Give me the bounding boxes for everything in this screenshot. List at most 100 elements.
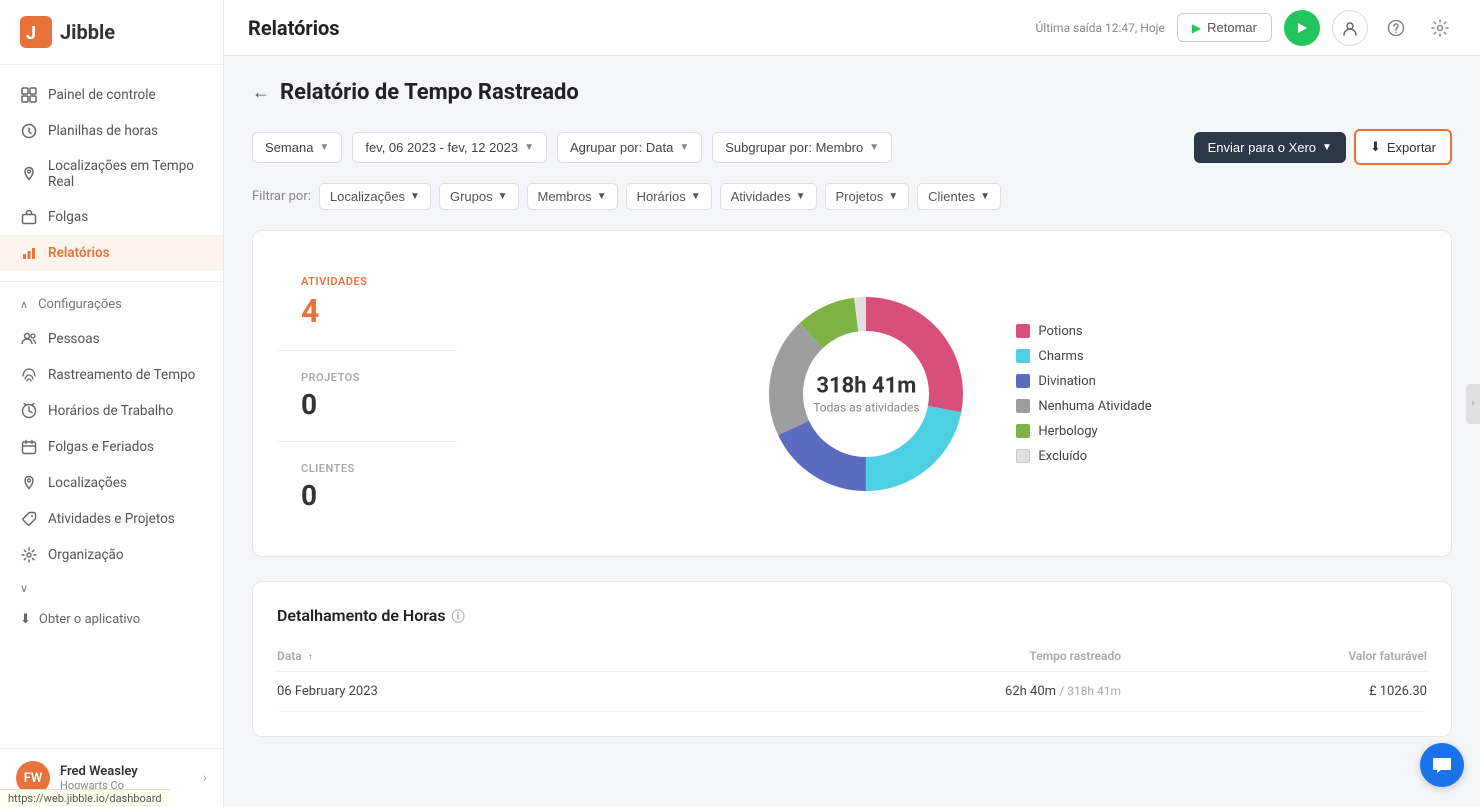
help-icon xyxy=(1387,19,1405,37)
get-app-btn[interactable]: ⬇ Obter o aplicativo xyxy=(0,604,223,639)
sidebar-item-dashboard-label: Painel de controle xyxy=(48,87,156,103)
col-billable: Valor faturável xyxy=(1121,641,1427,672)
back-button[interactable]: ← xyxy=(252,82,270,103)
legend-no-activity: Nenhuma Atividade xyxy=(1016,399,1151,414)
logo-text: Jibble xyxy=(60,20,115,44)
settings-section-header[interactable]: ∧ Configurações xyxy=(0,288,223,321)
date-range-label: fev, 06 2023 - fev, 12 2023 xyxy=(365,140,518,155)
filter-schedules[interactable]: Horários ▼ xyxy=(626,183,712,210)
page-title: Relatórios xyxy=(248,16,1036,40)
legend-excluded: Excluído xyxy=(1016,449,1151,464)
user-circle-icon xyxy=(1341,19,1359,37)
filter-activities[interactable]: Atividades ▼ xyxy=(720,183,817,210)
logo[interactable]: J Jibble xyxy=(0,0,223,65)
legend-charms-label: Charms xyxy=(1038,349,1083,364)
breakdown-table: Data ↑ Tempo rastreado Valor faturável 0… xyxy=(277,641,1427,712)
url-bar: https://web.jibble.io/dashboard xyxy=(0,789,170,807)
filter-clients[interactable]: Clientes ▼ xyxy=(917,183,1001,210)
calendar-icon xyxy=(20,438,38,456)
sidebar-item-organization[interactable]: Organização xyxy=(0,537,223,573)
donut-center: 318h 41m Todas as atividades xyxy=(813,373,919,414)
sidebar-item-reports-label: Relatórios xyxy=(48,245,110,261)
sidebar-item-locations-settings-label: Localizações xyxy=(48,475,127,491)
subgroup-by-dropdown[interactable]: Subgrupar por: Membro ▼ xyxy=(712,132,892,163)
sidebar: J Jibble Painel de controle Planilhas de… xyxy=(0,0,224,807)
export-button[interactable]: ⬇ Exportar xyxy=(1354,129,1452,165)
sidebar-item-locations-realtime[interactable]: Localizações em Tempo Real xyxy=(0,149,223,199)
col-date[interactable]: Data ↑ xyxy=(277,641,670,672)
sidebar-item-dashboard[interactable]: Painel de controle xyxy=(0,77,223,113)
sidebar-item-reports[interactable]: Relatórios xyxy=(0,235,223,271)
chat-icon xyxy=(1432,755,1452,775)
sidebar-item-people-label: Pessoas xyxy=(48,331,100,347)
excluded-color-dot xyxy=(1016,449,1030,463)
help-button[interactable] xyxy=(1380,12,1412,44)
filter-locations[interactable]: Localizações ▼ xyxy=(319,183,431,210)
group-by-label: Agrupar por: Data xyxy=(570,140,673,155)
report-title: Relatório de Tempo Rastreado xyxy=(280,80,579,105)
settings-button[interactable] xyxy=(1424,12,1456,44)
filter-locations-label: Localizações xyxy=(330,189,405,204)
clients-value: 0 xyxy=(301,479,433,512)
chat-bubble-button[interactable] xyxy=(1420,743,1464,787)
sidebar-item-leaves[interactable]: Folgas xyxy=(0,199,223,235)
period-dropdown[interactable]: Semana ▼ xyxy=(252,132,342,163)
xero-dropdown-arrow-icon: ▼ xyxy=(1322,142,1332,153)
play-button[interactable] xyxy=(1284,10,1320,46)
filter-members[interactable]: Membros ▼ xyxy=(527,183,618,210)
play-icon xyxy=(1295,21,1309,35)
sidebar-item-locations-settings[interactable]: Localizações xyxy=(0,465,223,501)
scroll-indicator[interactable]: › xyxy=(1466,384,1480,424)
sidebar-item-people[interactable]: Pessoas xyxy=(0,321,223,357)
legend-herbology: Herbology xyxy=(1016,424,1151,439)
table-row[interactable]: 06 February 2023 62h 40m / 318h 41m £ 10… xyxy=(277,672,1427,712)
group-by-dropdown[interactable]: Agrupar por: Data ▼ xyxy=(557,132,702,163)
sidebar-item-timesheets-label: Planilhas de horas xyxy=(48,123,158,139)
table-header-row: Data ↑ Tempo rastreado Valor faturável xyxy=(277,641,1427,672)
chevron-up-icon: ∧ xyxy=(20,298,28,311)
filter-activities-arrow: ▼ xyxy=(796,191,806,202)
info-icon: ⓘ xyxy=(452,606,465,625)
chart-legend: Potions Charms Divination Nenhuma Ativid… xyxy=(1016,324,1151,464)
sidebar-item-leaves-holidays-label: Folgas e Feriados xyxy=(48,439,154,455)
topbar: Relatórios Última saída 12:47, Hoje ▶ Re… xyxy=(224,0,1480,56)
toolbar: Semana ▼ fev, 06 2023 - fev, 12 2023 ▼ A… xyxy=(252,129,1452,165)
filter-schedules-arrow: ▼ xyxy=(691,191,701,202)
retomar-button[interactable]: ▶ Retomar xyxy=(1177,13,1272,42)
user-name: Fred Weasley xyxy=(60,764,138,779)
gear-icon xyxy=(1431,19,1449,37)
user-button[interactable] xyxy=(1332,10,1368,46)
clock-icon xyxy=(20,122,38,140)
potions-color-dot xyxy=(1016,324,1030,338)
chart-container: 318h 41m Todas as atividades Potions Cha… xyxy=(481,284,1427,504)
filter-groups-label: Grupos xyxy=(450,189,493,204)
sidebar-item-time-tracking-label: Rastreamento de Tempo xyxy=(48,367,195,383)
sidebar-item-activities[interactable]: Atividades e Projetos xyxy=(0,501,223,537)
breakdown-section: Detalhamento de Horas ⓘ Data ↑ Tempo ras… xyxy=(252,581,1452,737)
filter-clients-label: Clientes xyxy=(928,189,975,204)
sidebar-item-work-schedules[interactable]: Horários de Trabalho xyxy=(0,393,223,429)
filter-activities-label: Atividades xyxy=(731,189,791,204)
herbology-color-dot xyxy=(1016,424,1030,438)
get-app-label: Obter o aplicativo xyxy=(39,612,140,627)
legend-excluded-label: Excluído xyxy=(1038,449,1087,464)
download-icon: ⬇ xyxy=(20,612,31,627)
col-tracked-time: Tempo rastreado xyxy=(670,641,1122,672)
filter-projects[interactable]: Projetos ▼ xyxy=(825,183,910,210)
send-xero-button[interactable]: Enviar para o Xero ▼ xyxy=(1194,132,1346,163)
sidebar-item-timesheets[interactable]: Planilhas de horas xyxy=(0,113,223,149)
sidebar-item-time-tracking[interactable]: Rastreamento de Tempo xyxy=(0,357,223,393)
activities-value: 4 xyxy=(301,292,433,330)
date-arrow-icon: ▼ xyxy=(524,142,534,153)
date-range-dropdown[interactable]: fev, 06 2023 - fev, 12 2023 ▼ xyxy=(352,132,547,163)
fingerprint-icon xyxy=(20,366,38,384)
page-header: ← Relatório de Tempo Rastreado xyxy=(252,80,1452,105)
projects-label: PROJETOS xyxy=(301,371,433,384)
filter-groups[interactable]: Grupos ▼ xyxy=(439,183,519,210)
sidebar-item-leaves-holidays[interactable]: Folgas e Feriados xyxy=(0,429,223,465)
legend-charms: Charms xyxy=(1016,349,1151,364)
sidebar-item-activities-label: Atividades e Projetos xyxy=(48,511,175,527)
collapse-section[interactable]: ∨ xyxy=(0,573,223,604)
user-info: Fred Weasley Hogwarts Co xyxy=(60,764,138,792)
clients-card: CLIENTES 0 xyxy=(277,442,457,532)
